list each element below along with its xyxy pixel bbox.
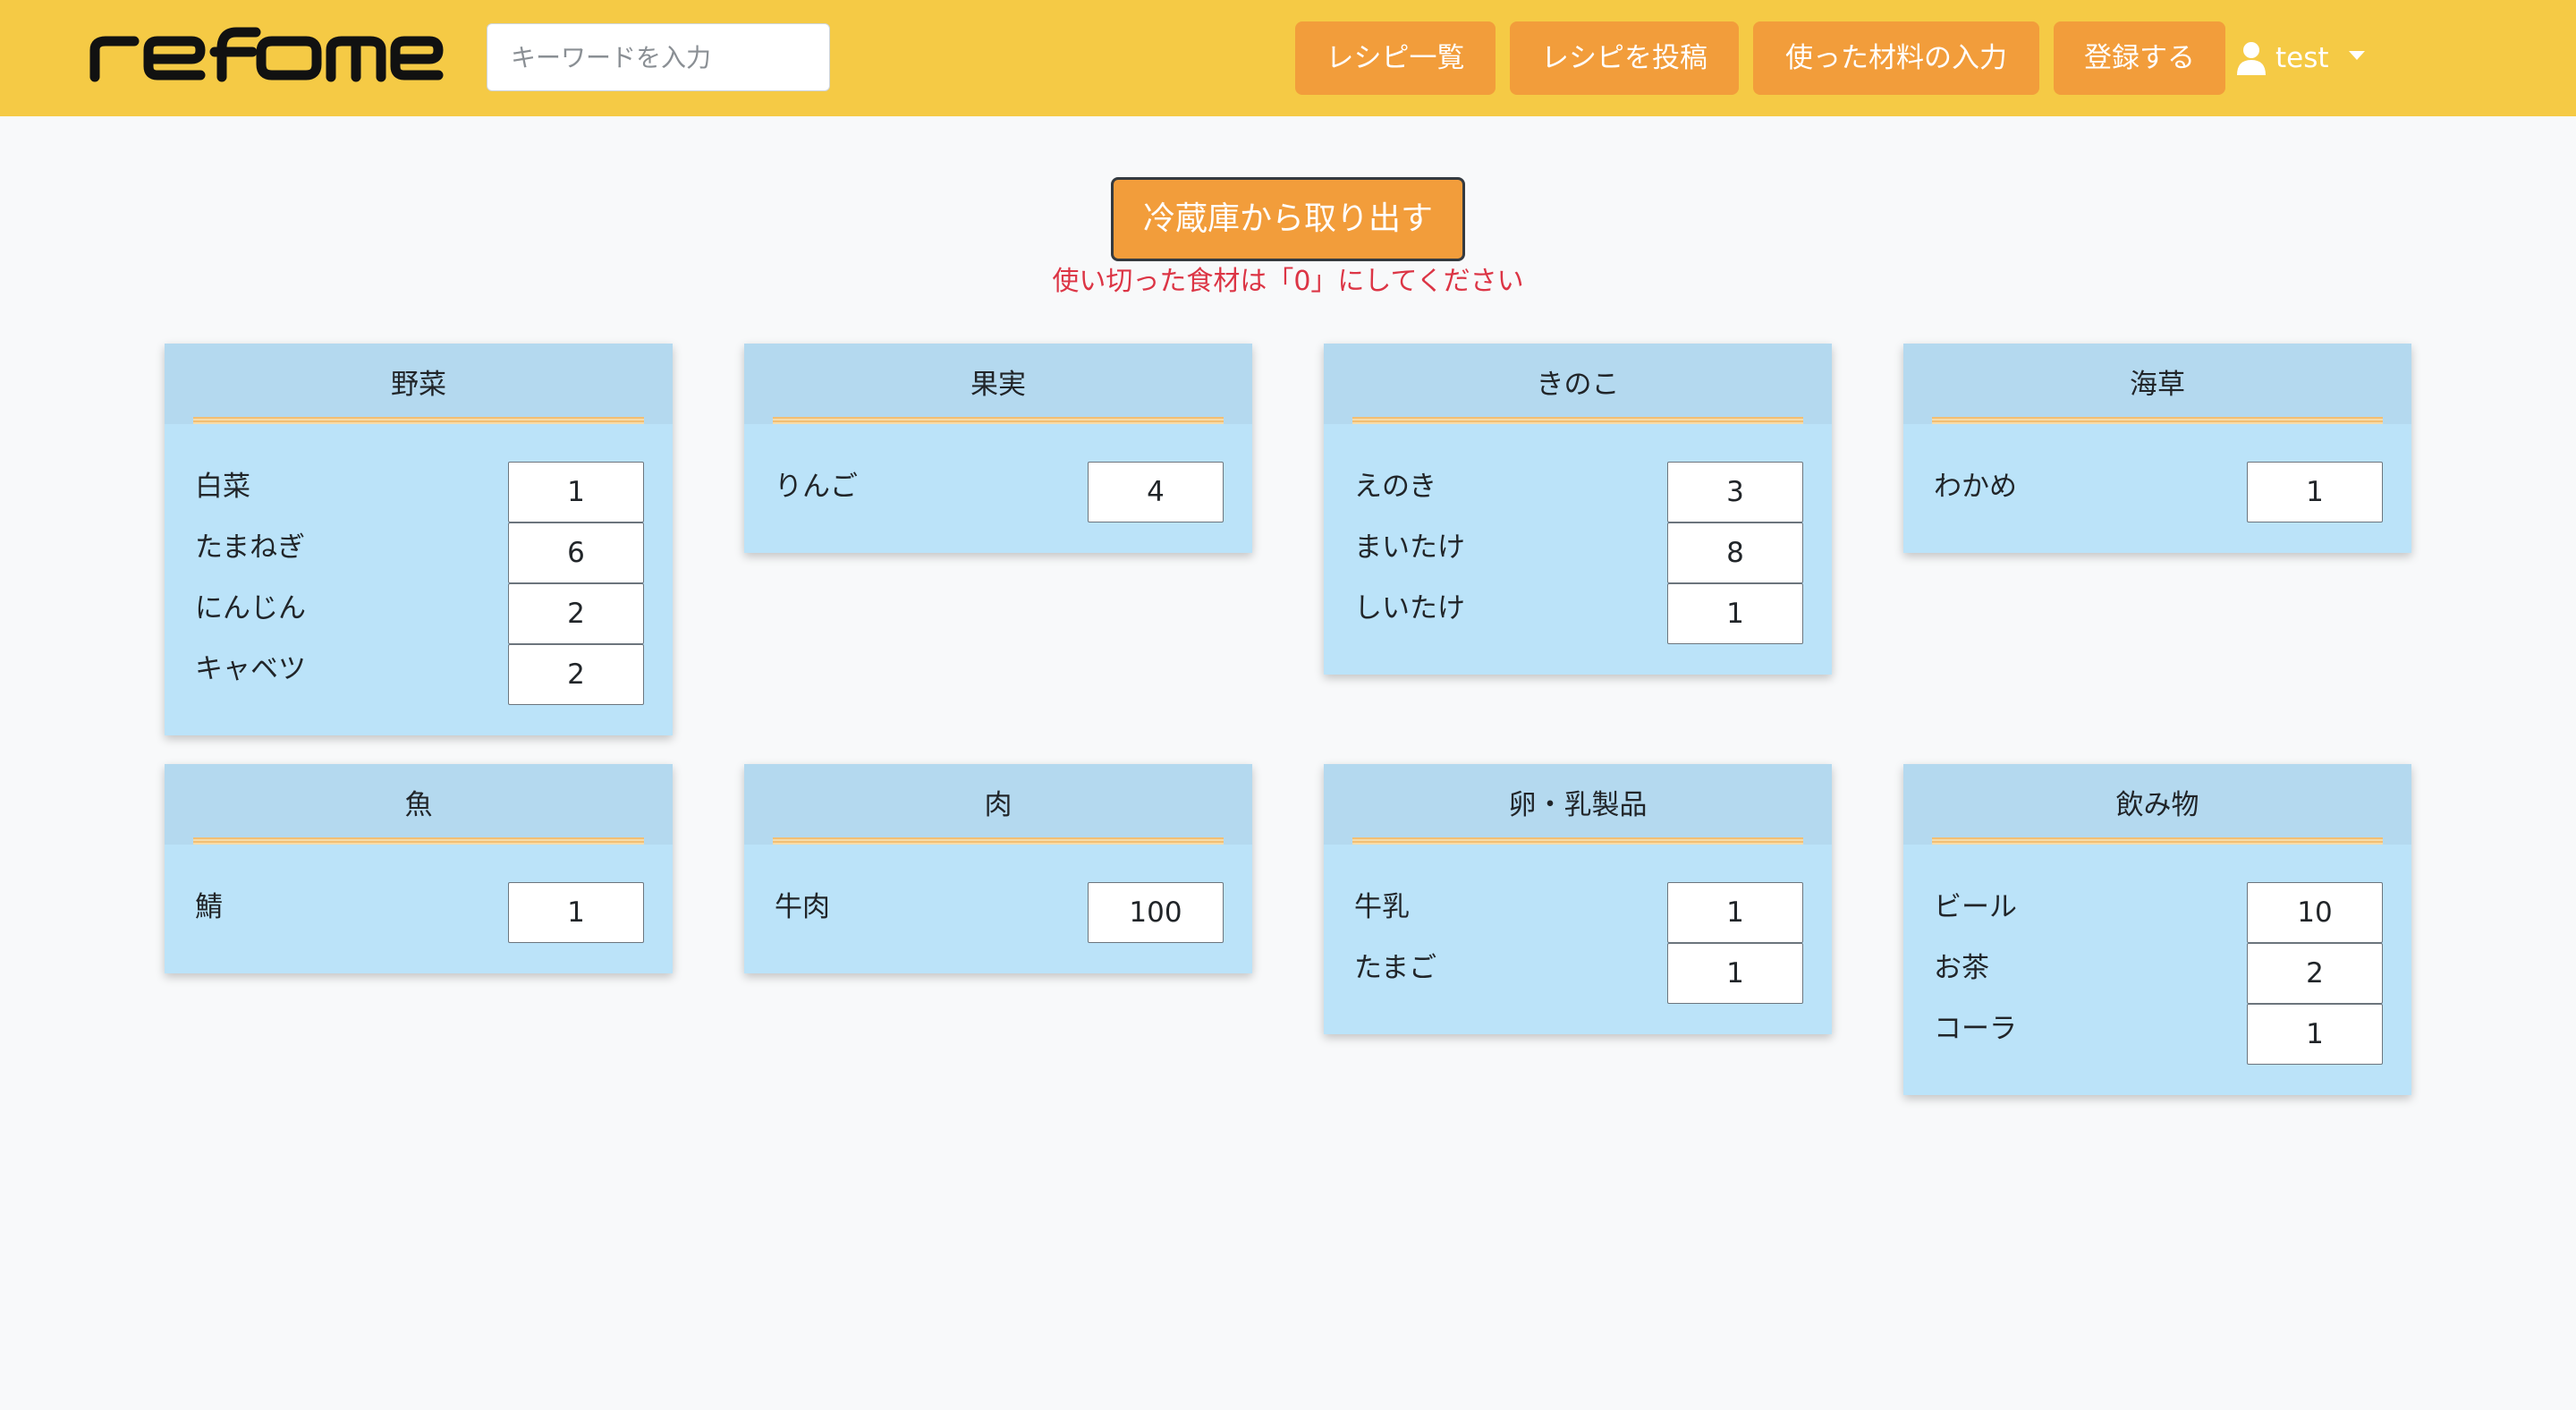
card-title: 卵・乳製品 — [1508, 789, 1648, 821]
quantity-input[interactable] — [1088, 882, 1224, 943]
ingredient-row: 牛乳 — [1352, 882, 1803, 943]
navbar: レシピ一覧 レシピを投稿 使った材料の入力 登録する test — [0, 0, 2576, 116]
ingredient-name: 牛肉 — [775, 891, 830, 923]
ingredient-name: 白菜 — [195, 471, 250, 503]
card-title: 野菜 — [391, 369, 446, 401]
quantity-input[interactable] — [2247, 882, 2383, 943]
refome-logo-wordmark — [89, 27, 444, 82]
chevron-down-icon — [2348, 51, 2365, 60]
ingredient-row: お茶 — [1932, 943, 2383, 1004]
ingredient-name: えのき — [1354, 471, 1437, 503]
ingredient-row: ビール — [1932, 882, 2383, 943]
header-divider — [1352, 417, 1803, 424]
recipe-list-button[interactable]: レシピ一覧 — [1295, 21, 1496, 95]
refome-logo[interactable] — [86, 20, 444, 91]
quantity-input[interactable] — [508, 882, 644, 943]
ingredient-row: コーラ — [1932, 1004, 2383, 1065]
header-divider — [193, 837, 644, 845]
ingredient-row: 白菜 — [193, 462, 644, 522]
category-card-fruits: 果実 りんご — [744, 344, 1252, 553]
input-used-ingredients-button[interactable]: 使った材料の入力 — [1753, 21, 2039, 95]
category-card-vegetables: 野菜 白菜 たまねぎ にんじん キャベツ — [165, 344, 673, 735]
card-title: 果実 — [970, 369, 1026, 401]
category-card-meat: 肉 牛肉 — [744, 764, 1252, 973]
quantity-input[interactable] — [1667, 882, 1803, 943]
card-title: きのこ — [1536, 369, 1620, 401]
category-card-seaweed: 海草 わかめ — [1903, 344, 2411, 553]
zero-notice: 使い切った食材は「0」にしてください — [1052, 266, 1524, 297]
quantity-input[interactable] — [2247, 1004, 2383, 1065]
ingredient-row: にんじん — [193, 583, 644, 644]
quantity-input[interactable] — [508, 522, 644, 583]
take-out-from-fridge-button[interactable]: 冷蔵庫から取り出す — [1111, 177, 1465, 261]
ingredient-row: りんご — [773, 462, 1224, 522]
user-icon — [2236, 41, 2267, 75]
card-title: 飲み物 — [2115, 789, 2199, 821]
ingredient-name: キャベツ — [195, 653, 306, 685]
user-name: test — [2275, 42, 2329, 74]
header-divider — [773, 837, 1224, 845]
ingredient-name: たまご — [1354, 952, 1437, 984]
header-divider — [193, 417, 644, 424]
ingredient-name: りんご — [775, 471, 858, 503]
ingredient-row: キャベツ — [193, 644, 644, 705]
category-card-fish: 魚 鯖 — [165, 764, 673, 973]
ingredient-name: 牛乳 — [1354, 891, 1410, 923]
ingredient-row: えのき — [1352, 462, 1803, 522]
header-divider — [773, 417, 1224, 424]
card-header: 肉 — [744, 764, 1252, 845]
quantity-input[interactable] — [1088, 462, 1224, 522]
ingredient-row: わかめ — [1932, 462, 2383, 522]
post-recipe-button[interactable]: レシピを投稿 — [1510, 21, 1739, 95]
card-header: 卵・乳製品 — [1324, 764, 1832, 845]
header-divider — [1352, 837, 1803, 845]
card-title: 肉 — [984, 789, 1013, 821]
quantity-input[interactable] — [1667, 522, 1803, 583]
ingredient-row: 鯖 — [193, 882, 644, 943]
ingredient-name: まいたけ — [1354, 531, 1465, 564]
ingredient-name: にんじん — [195, 592, 306, 624]
ingredient-name: たまねぎ — [195, 531, 306, 564]
category-card-eggs-dairy: 卵・乳製品 牛乳 たまご — [1324, 764, 1832, 1034]
quantity-input[interactable] — [2247, 943, 2383, 1004]
card-title: 海草 — [2130, 369, 2185, 401]
card-header: きのこ — [1324, 344, 1832, 424]
ingredient-row: 牛肉 — [773, 882, 1224, 943]
quantity-input[interactable] — [2247, 462, 2383, 522]
ingredient-row: まいたけ — [1352, 522, 1803, 583]
ingredient-name: ビール — [1934, 891, 2017, 923]
search-input[interactable] — [487, 23, 830, 91]
quantity-input[interactable] — [1667, 583, 1803, 644]
ingredient-name: コーラ — [1934, 1013, 2017, 1045]
card-header: 野菜 — [165, 344, 673, 424]
ingredient-name: 鯖 — [195, 891, 223, 923]
quantity-input[interactable] — [1667, 943, 1803, 1004]
ingredient-row: しいたけ — [1352, 583, 1803, 644]
quantity-input[interactable] — [508, 462, 644, 522]
quantity-input[interactable] — [508, 644, 644, 705]
quantity-input[interactable] — [1667, 462, 1803, 522]
card-header: 果実 — [744, 344, 1252, 424]
quantity-input[interactable] — [508, 583, 644, 644]
card-header: 飲み物 — [1903, 764, 2411, 845]
category-card-drinks: 飲み物 ビール お茶 コーラ — [1903, 764, 2411, 1095]
card-header: 魚 — [165, 764, 673, 845]
ingredient-row: たまご — [1352, 943, 1803, 1004]
user-menu-dropdown[interactable]: test — [2236, 21, 2365, 95]
card-header: 海草 — [1903, 344, 2411, 424]
category-card-mushrooms: きのこ えのき まいたけ しいたけ — [1324, 344, 1832, 675]
header-divider — [1932, 417, 2383, 424]
ingredient-name: しいたけ — [1354, 592, 1465, 624]
ingredient-row: たまねぎ — [193, 522, 644, 583]
ingredient-name: わかめ — [1934, 471, 2017, 503]
ingredient-name: お茶 — [1934, 952, 1989, 984]
header-divider — [1932, 837, 2383, 845]
register-button[interactable]: 登録する — [2054, 21, 2225, 95]
card-title: 魚 — [404, 789, 433, 821]
